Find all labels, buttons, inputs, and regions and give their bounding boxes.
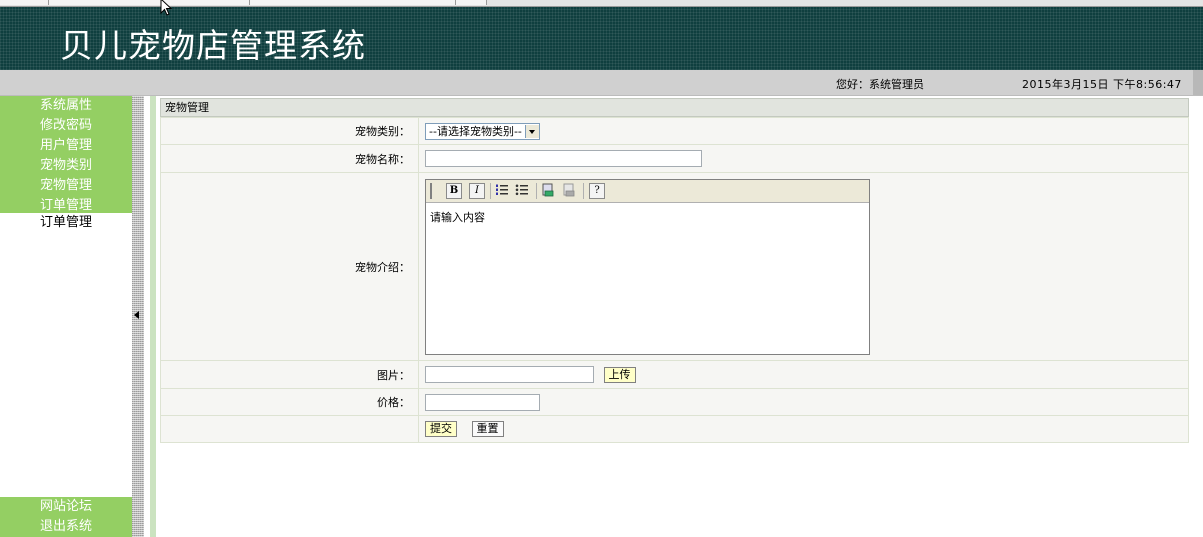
form-row-name: 宠物名称： [160,144,1189,173]
sidebar-item-change-password[interactable]: 修改密码 [0,116,132,136]
bold-icon[interactable]: B [446,182,462,199]
form-row-intro: 宠物介绍： B I ? 请输入内容 [160,172,1189,361]
browser-top-strip [0,0,1203,7]
header-banner: 贝儿宠物店管理系统 [0,7,1203,70]
content-border-stripe [150,96,156,537]
form-row-image: 图片： 上传 [160,360,1189,389]
unlink-icon[interactable] [562,183,576,197]
italic-icon[interactable]: I [469,182,485,199]
sidebar-nav: 系统属性 修改密码 用户管理 宠物类别 宠物管理 订单管理 订单管理 网站论坛 … [0,96,132,537]
browser-tab-segment [456,0,487,5]
app-title: 贝儿宠物店管理系统 [60,26,366,65]
category-selected-value: --请选择宠物类别-- [429,125,522,138]
panel-title: 宠物管理 [160,98,1189,117]
form-row-price: 价格： [160,388,1189,416]
main-content: 宠物管理 宠物类别： --请选择宠物类别-- 宠物名称： 宠物介绍： B I ?… [144,96,1203,537]
chevron-down-icon[interactable] [524,124,539,138]
pet-form-table: 宠物类别： --请选择宠物类别-- 宠物名称： 宠物介绍： B I ? 请输入内… [160,117,1189,443]
toolbar-separator [490,182,491,199]
image-cell: 上传 [418,360,1189,389]
ordered-list-icon[interactable] [495,183,509,197]
status-bar: 您好：系统管理员 2015年3月15日 下午8:56:47 [0,70,1203,96]
sidebar-item-pet-categories[interactable]: 宠物类别 [0,156,132,176]
category-label: 宠物类别： [160,117,419,145]
image-path-input[interactable] [425,366,594,383]
editor-toolbar: B I ? [426,179,869,203]
submit-button[interactable]: 提交 [425,421,457,437]
help-icon[interactable]: ? [589,182,605,199]
upload-button[interactable]: 上传 [603,366,636,383]
actions-cell: 提交 重置 [418,415,1189,443]
mouse-cursor-icon [160,0,173,16]
current-datetime: 2015年3月15日 下午8:56:47 [1022,78,1182,91]
toolbar-separator [536,182,537,199]
name-label: 宠物名称： [160,144,419,173]
form-row-actions: 提交 重置 [160,415,1189,443]
actions-label-cell [160,415,419,443]
image-label: 图片： [160,360,419,389]
browser-tab-segment [250,0,456,5]
sidebar-item-system-properties[interactable]: 系统属性 [0,96,132,116]
browser-tab-segment [49,0,250,5]
unordered-list-icon[interactable] [515,183,529,197]
pet-form-panel: 宠物管理 宠物类别： --请选择宠物类别-- 宠物名称： 宠物介绍： B I ?… [160,98,1189,443]
price-cell [418,388,1189,416]
category-cell: --请选择宠物类别-- [418,117,1189,145]
toolbar-separator [583,182,584,199]
pet-name-input[interactable] [425,150,702,167]
rich-text-editor: B I ? 请输入内容 [425,178,870,355]
reset-button[interactable]: 重置 [471,421,504,437]
sidebar-item-pet-management[interactable]: 宠物管理 [0,176,132,196]
category-select[interactable]: --请选择宠物类别-- [425,122,540,140]
sidebar-item-forum[interactable]: 网站论坛 [0,497,132,517]
link-icon[interactable] [541,183,555,197]
sidebar-splitter[interactable] [132,96,144,537]
collapse-arrow-icon[interactable] [134,311,139,319]
toolbar-grip-icon [430,182,432,199]
price-label: 价格： [160,388,419,416]
price-input[interactable] [425,393,540,411]
user-greeting: 您好：系统管理员 [836,78,924,91]
intro-label: 宠物介绍： [160,172,419,361]
intro-cell: B I ? 请输入内容 [418,172,1189,361]
sidebar-item-order-management-selected[interactable]: 订单管理 [0,213,132,233]
editor-content[interactable]: 请输入内容 [426,203,869,231]
status-bar-edge [1193,70,1203,95]
browser-tab-segment [0,0,49,5]
sidebar-item-logout[interactable]: 退出系统 [0,517,132,537]
form-row-category: 宠物类别： --请选择宠物类别-- [160,117,1189,145]
name-cell [418,144,1189,173]
sidebar-item-user-management[interactable]: 用户管理 [0,136,132,156]
